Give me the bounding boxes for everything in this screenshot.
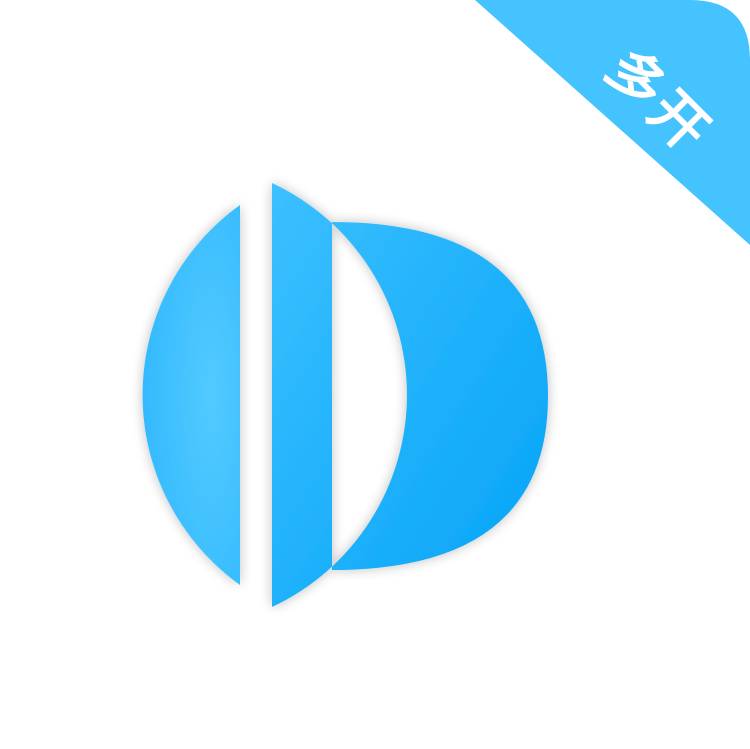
app-icon: 多开 [0, 0, 750, 749]
